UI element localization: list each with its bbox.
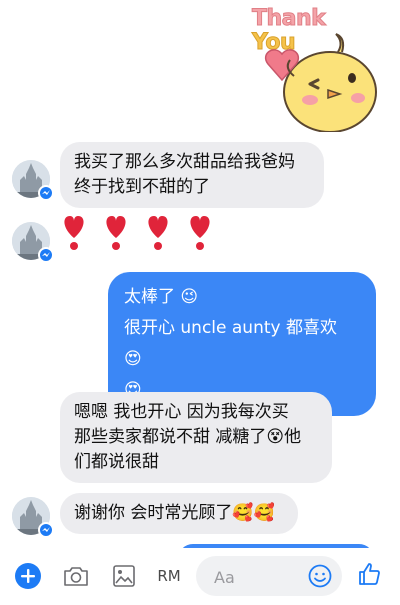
message-text: 那些卖家都说不甜 减糖了😵他 xyxy=(74,427,302,447)
message-bubble-incoming[interactable]: 谢谢你 会时常光顾了🥰🥰 xyxy=(60,493,298,534)
messenger-badge-icon xyxy=(38,522,54,538)
plus-button[interactable] xyxy=(14,562,42,590)
heart-reaction-message[interactable] xyxy=(60,212,214,252)
emoji-icon[interactable] xyxy=(308,564,332,588)
message-input-box[interactable] xyxy=(196,556,342,596)
message-text: 我买了那么多次甜品给我爸妈 xyxy=(74,152,295,172)
plus-icon xyxy=(15,563,41,589)
avatar[interactable] xyxy=(12,222,54,263)
message-text: 们都说很甜 xyxy=(74,452,159,472)
rm-button[interactable]: RM xyxy=(154,562,184,590)
heart-exclamation-icon xyxy=(190,216,210,250)
heart-exclamation-icon xyxy=(148,216,168,250)
thank-you-sticker[interactable]: Thank You xyxy=(248,0,378,132)
messenger-badge-icon xyxy=(38,185,54,201)
camera-icon xyxy=(64,567,88,586)
avatar[interactable] xyxy=(12,160,54,201)
heart-exclamation-icon xyxy=(106,216,126,250)
message-text: 太棒了 😉 xyxy=(124,287,199,307)
image-icon xyxy=(113,565,135,587)
gallery-button[interactable] xyxy=(110,562,138,590)
chick-sticker-icon xyxy=(264,33,377,132)
chat-thread: Thank You 我买了那么多次甜品给我爸妈 终于找到不甜的了 太棒了 😉 很… xyxy=(0,0,400,548)
message-bubble-incoming[interactable]: 嗯嗯 我也开心 因为我每次买 那些卖家都说不甜 减糖了😵他 们都说很甜 xyxy=(60,392,332,483)
like-button[interactable] xyxy=(356,560,384,588)
message-input[interactable] xyxy=(212,565,306,589)
heart-exclamation-icon xyxy=(64,216,84,250)
avatar[interactable] xyxy=(12,497,54,538)
camera-button[interactable] xyxy=(62,562,90,590)
message-text: 嗯嗯 我也开心 因为我每次买 xyxy=(74,402,289,422)
message-bubble-incoming[interactable]: 我买了那么多次甜品给我爸妈 终于找到不甜的了 xyxy=(60,142,324,208)
thumbs-up-icon xyxy=(359,563,380,585)
message-text: 终于找到不甜的了 xyxy=(74,177,210,197)
message-text: 很开心 uncle aunty 都喜欢 😍 xyxy=(124,318,337,369)
messenger-badge-icon xyxy=(38,247,54,263)
composer-toolbar: RM xyxy=(0,548,400,605)
message-text: 谢谢你 会时常光顾了🥰🥰 xyxy=(74,503,275,523)
